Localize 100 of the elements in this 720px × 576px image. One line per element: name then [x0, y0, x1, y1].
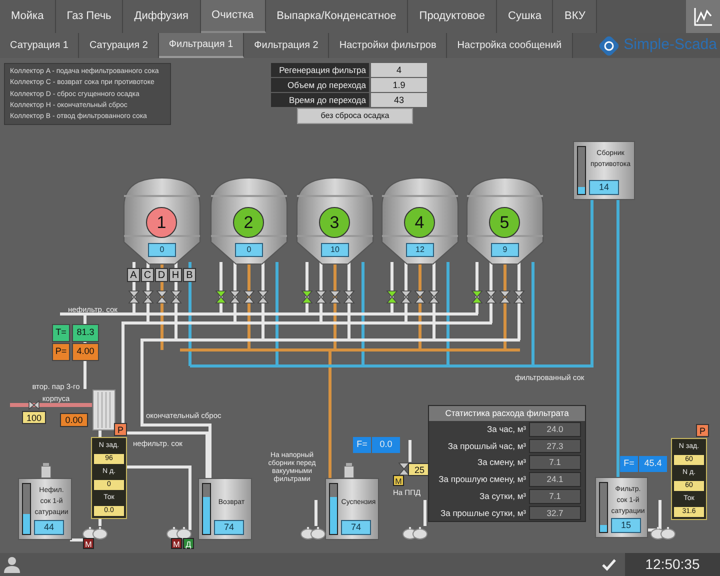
- pump-icon: [650, 526, 676, 540]
- stats-label: За сутки, м³: [480, 490, 526, 502]
- collector-label: B: [183, 268, 196, 282]
- sub-tab[interactable]: Сатурация 2: [79, 33, 159, 58]
- logo-text: Simple-Scada: [624, 35, 717, 56]
- tank-readout: 74: [214, 520, 244, 535]
- pipe: [408, 440, 412, 462]
- pump-icon: [82, 526, 108, 540]
- tank-readout: 44: [34, 520, 64, 535]
- stats-label: За прошлые сутки, м³: [440, 506, 526, 520]
- valve-icon[interactable]: [170, 290, 182, 304]
- collector-label: D: [155, 268, 168, 282]
- collector-label: C: [141, 268, 154, 282]
- tank-readout: 15: [611, 518, 641, 533]
- sub-tab[interactable]: Фильтрация 1: [158, 33, 244, 58]
- nav-tab[interactable]: Сушка: [497, 0, 554, 33]
- collector-label: H: [169, 268, 182, 282]
- valve-icon[interactable]: [243, 290, 255, 304]
- motor-tag: М: [393, 475, 404, 486]
- valve-icon[interactable]: [315, 290, 327, 304]
- filter-readout: 10: [321, 243, 349, 257]
- flow-label: F=: [353, 437, 371, 452]
- pipe: [70, 538, 84, 542]
- stats-value: 24.1: [529, 472, 581, 487]
- clock-time: 12:50:35: [625, 553, 720, 576]
- mode-badge: Р: [696, 424, 709, 437]
- stats-label: За прошлую смену, м³: [438, 473, 526, 486]
- valve-icon[interactable]: [499, 290, 511, 304]
- heat-exchanger-icon: [92, 389, 116, 431]
- valve-icon[interactable]: [485, 290, 497, 304]
- nav-tab[interactable]: Продуктовое: [408, 0, 498, 33]
- pipe: [314, 500, 318, 526]
- nav-tab[interactable]: Газ Печь: [56, 0, 124, 33]
- param-label: Время до перехода: [271, 93, 369, 107]
- valve-icon[interactable]: [428, 290, 440, 304]
- stats-value: 27.3: [529, 438, 581, 454]
- valve-icon[interactable]: [400, 290, 412, 304]
- nav-tab[interactable]: Очистка: [200, 0, 266, 33]
- valve-icon[interactable]: [128, 290, 140, 304]
- mode-button[interactable]: без сброса осадка: [297, 108, 413, 124]
- mode-badge: Р: [114, 423, 127, 436]
- valve-icon[interactable]: [229, 290, 241, 304]
- stats-value: 32.7: [529, 506, 581, 520]
- valve-icon[interactable]: [471, 290, 483, 304]
- nav-tab[interactable]: ВКУ: [553, 0, 598, 33]
- sensor-label: T=: [52, 324, 70, 342]
- sub-tab[interactable]: Фильтрация 2: [244, 33, 330, 58]
- steam-output-value: 0.00: [60, 413, 88, 427]
- param-value: 43: [371, 93, 427, 107]
- motor-tag: М: [83, 538, 94, 549]
- valve-value: 100: [22, 411, 46, 424]
- tank-readout: 14: [589, 180, 619, 195]
- valve-icon[interactable]: [142, 290, 154, 304]
- filter-readout: 12: [406, 243, 434, 257]
- valve-icon[interactable]: [386, 290, 398, 304]
- filter-readout: 0: [148, 243, 176, 257]
- stats-value: 7.1: [529, 488, 581, 504]
- collector-label: A: [127, 268, 140, 282]
- param-value: 1.9: [371, 78, 427, 92]
- stats-label: За час, м³: [486, 422, 526, 436]
- valve-icon[interactable]: [414, 290, 426, 304]
- pipe: [424, 500, 426, 526]
- motor-icon: [343, 463, 355, 479]
- filter-readout: 0: [235, 243, 263, 257]
- nav-tab[interactable]: Мойка: [0, 0, 56, 33]
- chart-button[interactable]: [686, 0, 720, 33]
- flow-label: F=: [620, 456, 638, 472]
- stats-title: Статистика расхода фильтрата: [429, 406, 585, 421]
- valve-icon[interactable]: [343, 290, 355, 304]
- motor-tag: М: [171, 538, 182, 549]
- sub-tab[interactable]: Настройка сообщений: [447, 33, 573, 58]
- pump-icon: [300, 526, 326, 540]
- valve-icon[interactable]: [329, 290, 341, 304]
- param-label: Объем до перехода: [271, 78, 369, 92]
- stats-label: За прошлый час, м³: [448, 440, 526, 452]
- filter-readout: 9: [491, 243, 519, 257]
- valve-icon[interactable]: [257, 290, 269, 304]
- tank-readout: 74: [341, 520, 371, 535]
- flow-value: 45.4: [639, 456, 667, 472]
- pump-icon: [402, 526, 428, 540]
- stats-label: За смену, м³: [477, 456, 526, 469]
- valve-icon[interactable]: [156, 290, 168, 304]
- pipe: [127, 466, 192, 530]
- nav-tab[interactable]: Выпарка/Конденсатное: [266, 0, 408, 33]
- sub-tab[interactable]: Настройки фильтров: [329, 33, 448, 58]
- motor-icon: [40, 463, 52, 479]
- flow-value: 0.0: [372, 437, 400, 452]
- nav-tab[interactable]: Диффузия: [123, 0, 201, 33]
- sensor-value: 81.3: [72, 324, 99, 342]
- motor-tag: Д: [183, 538, 194, 549]
- param-label: Регенерация фильтра: [271, 63, 369, 77]
- sub-tab[interactable]: Сатурация 1: [0, 33, 80, 58]
- sensor-value: 4.00: [72, 343, 99, 360]
- valve-icon[interactable]: [301, 290, 313, 304]
- chart-icon[interactable]: [692, 6, 714, 28]
- stats-value: 7.1: [529, 455, 581, 470]
- param-value: 4: [371, 63, 427, 77]
- stats-value: 24.0: [529, 422, 581, 436]
- valve-icon[interactable]: [513, 290, 525, 304]
- valve-icon[interactable]: [215, 290, 227, 304]
